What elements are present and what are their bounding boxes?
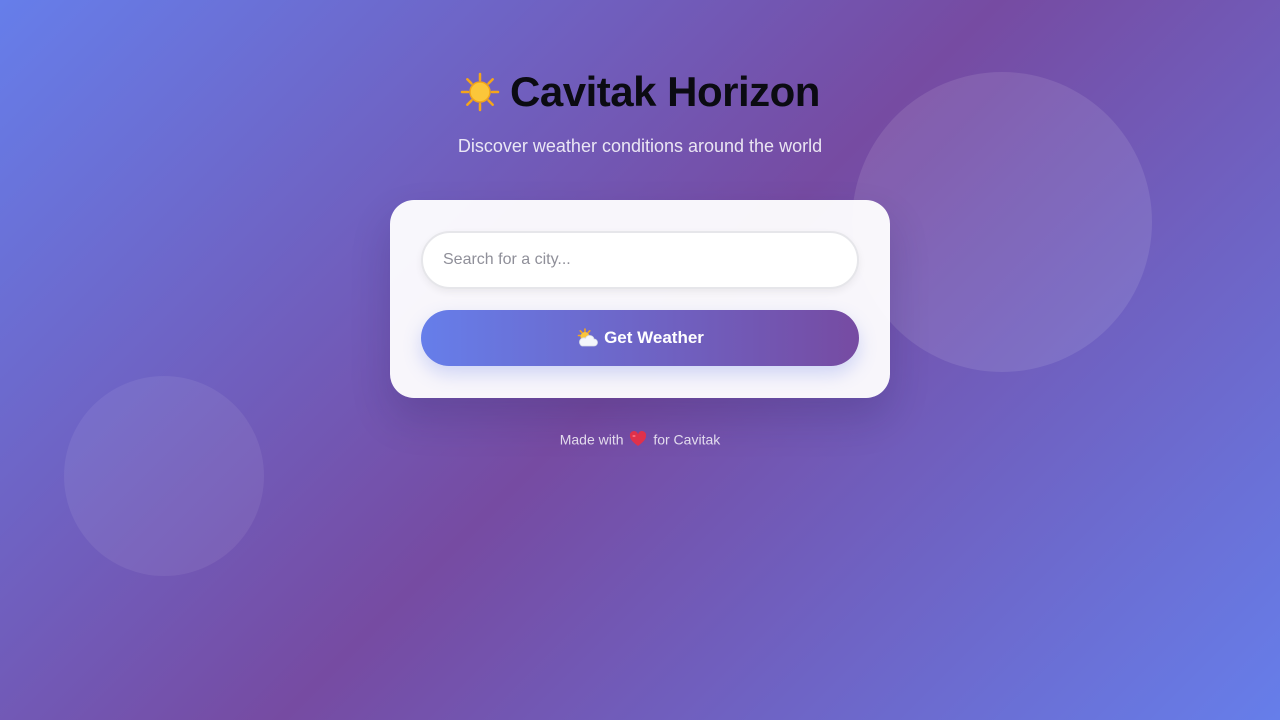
sun-behind-cloud-icon <box>577 328 598 347</box>
get-weather-button[interactable]: Get Weather <box>421 310 859 366</box>
page-subtitle: Discover weather conditions around the w… <box>457 136 823 156</box>
title-row: Cavitak Horizon <box>460 66 820 118</box>
footer: Made with for Cavitak <box>0 428 1280 449</box>
page-title: Cavitak Horizon <box>510 68 820 115</box>
decorative-circle-small <box>64 376 264 576</box>
footer-prefix: Made with <box>559 431 624 448</box>
heart-icon <box>630 431 647 447</box>
city-search-input[interactable] <box>421 231 859 289</box>
search-card: Get Weather <box>390 200 890 398</box>
page-header: Cavitak Horizon Discover weather conditi… <box>0 66 1280 158</box>
get-weather-label: Get Weather <box>604 328 704 347</box>
sun-icon <box>460 72 500 112</box>
footer-suffix: for Cavitak <box>653 431 721 448</box>
